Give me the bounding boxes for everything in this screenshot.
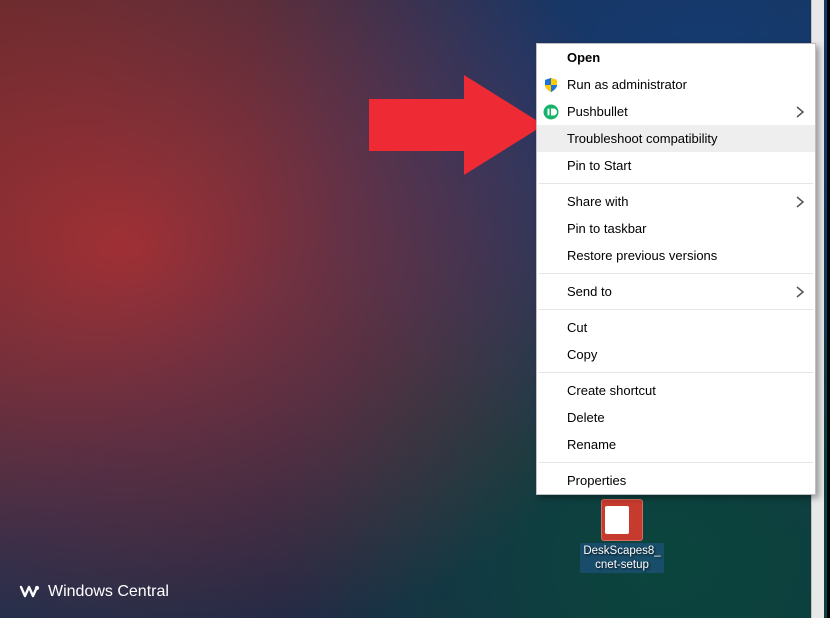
menu-item-label: Delete [567, 410, 605, 425]
menu-separator [539, 372, 813, 373]
menu-item-run-as-admin[interactable]: Run as administrator [537, 71, 815, 98]
menu-item-label: Run as administrator [567, 77, 687, 92]
menu-item-label: Troubleshoot compatibility [567, 131, 718, 146]
watermark-text: Windows Central [48, 583, 169, 601]
menu-item-label: Share with [567, 194, 628, 209]
menu-item-label: Restore previous versions [567, 248, 717, 263]
menu-item-label: Create shortcut [567, 383, 656, 398]
desktop-shortcut-label: DeskScapes8_ cnet-setup [580, 543, 663, 573]
menu-separator [539, 462, 813, 463]
menu-item-copy[interactable]: Copy [537, 341, 815, 368]
menu-item-label: Copy [567, 347, 597, 362]
menu-item-rename[interactable]: Rename [537, 431, 815, 458]
menu-item-create-shortcut[interactable]: Create shortcut [537, 377, 815, 404]
menu-item-pin-to-taskbar[interactable]: Pin to taskbar [537, 215, 815, 242]
desktop-background: DeskScapes8_ cnet-setup Open Run as admi… [0, 0, 830, 618]
red-arrow-annotation [369, 70, 549, 180]
menu-item-restore-previous-versions[interactable]: Restore previous versions [537, 242, 815, 269]
menu-item-pushbullet[interactable]: Pushbullet [537, 98, 815, 125]
menu-item-label: Pushbullet [567, 104, 628, 119]
installer-icon [601, 499, 643, 541]
chevron-right-icon [795, 106, 805, 118]
menu-item-label: Pin to Start [567, 158, 631, 173]
watermark-logo-icon [18, 584, 40, 600]
menu-item-troubleshoot-compatibility[interactable]: Troubleshoot compatibility [537, 125, 815, 152]
desktop-shortcut[interactable]: DeskScapes8_ cnet-setup [586, 499, 658, 573]
pushbullet-icon [543, 104, 559, 120]
menu-item-delete[interactable]: Delete [537, 404, 815, 431]
menu-separator [539, 273, 813, 274]
context-menu: Open Run as administrator [536, 43, 816, 495]
menu-item-open[interactable]: Open [537, 44, 815, 71]
menu-item-pin-to-start[interactable]: Pin to Start [537, 152, 815, 179]
menu-item-properties[interactable]: Properties [537, 467, 815, 494]
menu-item-label: Properties [567, 473, 626, 488]
menu-item-label: Pin to taskbar [567, 221, 647, 236]
menu-item-label: Cut [567, 320, 587, 335]
chevron-right-icon [795, 196, 805, 208]
menu-item-label: Rename [567, 437, 616, 452]
chevron-right-icon [795, 286, 805, 298]
shield-icon [543, 77, 559, 93]
menu-item-share-with[interactable]: Share with [537, 188, 815, 215]
watermark: Windows Central [18, 583, 169, 601]
menu-separator [539, 183, 813, 184]
menu-item-label: Open [567, 50, 600, 65]
menu-item-send-to[interactable]: Send to [537, 278, 815, 305]
menu-item-label: Send to [567, 284, 612, 299]
menu-item-cut[interactable]: Cut [537, 314, 815, 341]
menu-separator [539, 309, 813, 310]
